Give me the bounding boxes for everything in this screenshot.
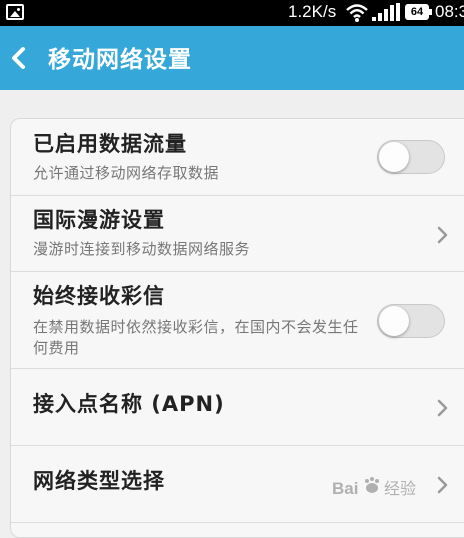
setting-subtitle: 在禁用数据时依然接收彩信，在国内不会发生任何费用 [33, 318, 359, 357]
battery-icon: 64 [405, 4, 432, 20]
page-title: 移动网络设置 [48, 47, 192, 73]
always-receive-mms-toggle[interactable] [377, 304, 445, 338]
toggle-knob [379, 142, 409, 172]
setting-title: 网络类型选择 [33, 469, 165, 493]
setting-title: 接入点名称 (APN) [33, 392, 225, 416]
setting-international-roaming[interactable]: 国际漫游设置 漫游时连接到移动数据网络服务 [11, 196, 464, 272]
clock: 08:3 [435, 2, 464, 21]
app-bar: 移动网络设置 [0, 26, 464, 90]
baidu-watermark-logo: Bai 经验 [332, 477, 416, 498]
status-bar: 1.2K/s 64 08:3 [0, 0, 464, 26]
setting-subtitle: 漫游时连接到移动数据网络服务 [33, 240, 251, 258]
chevron-left-icon [12, 47, 25, 69]
mobile-data-toggle[interactable] [377, 140, 445, 174]
network-speed: 1.2K/s [288, 2, 337, 21]
svg-text:Bai: Bai [332, 479, 358, 498]
setting-apn[interactable]: 接入点名称 (APN) [11, 369, 464, 446]
wifi-icon [346, 4, 368, 22]
setting-title: 已启用数据流量 [33, 132, 187, 156]
setting-always-receive-mms[interactable]: 始终接收彩信 在禁用数据时依然接收彩信，在国内不会发生任何费用 [11, 272, 464, 369]
setting-mobile-data[interactable]: 已启用数据流量 允许通过移动网络存取数据 [11, 119, 464, 196]
chevron-right-icon [437, 226, 448, 244]
setting-subtitle: 允许通过移动网络存取数据 [33, 164, 220, 182]
back-button[interactable] [0, 26, 40, 90]
toggle-knob [379, 306, 409, 336]
svg-text:经验: 经验 [384, 479, 416, 498]
signal-icon [372, 3, 400, 21]
image-notification-icon [6, 4, 24, 20]
chevron-right-icon [437, 399, 448, 417]
setting-title: 国际漫游设置 [33, 208, 165, 232]
setting-title: 始终接收彩信 [33, 284, 165, 308]
